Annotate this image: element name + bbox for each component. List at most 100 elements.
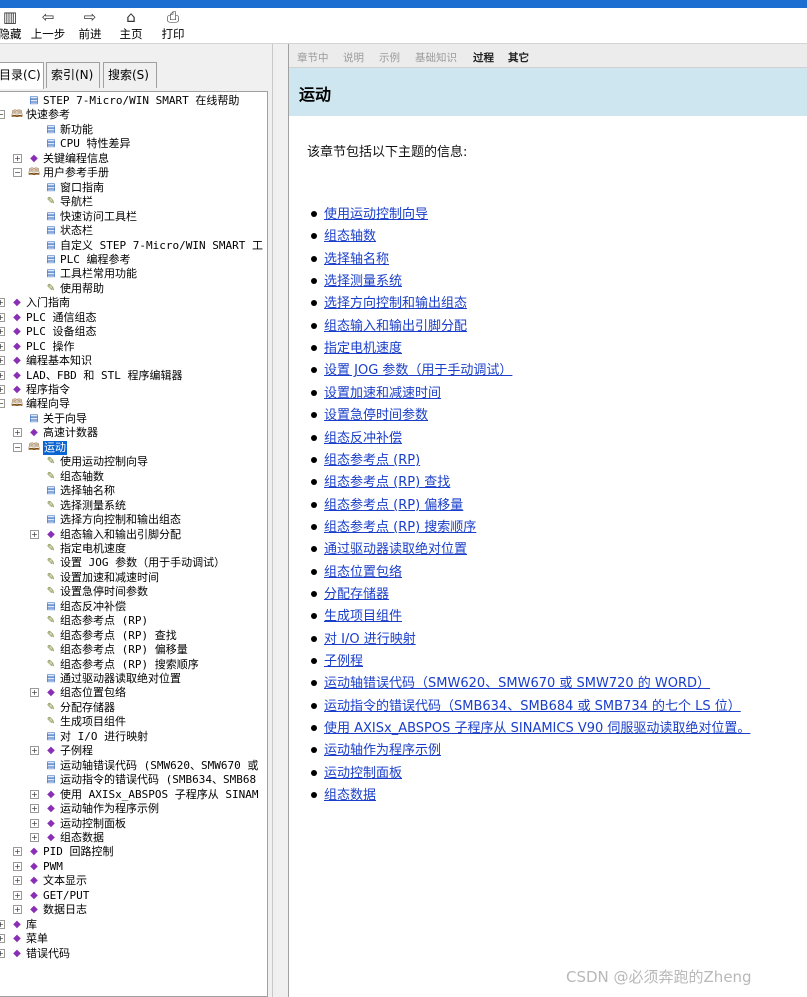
book-closed-icon: ◆: [30, 889, 38, 901]
topic-link[interactable]: 组态输入和输出引脚分配: [324, 319, 467, 335]
tab-contents[interactable]: 目录(C): [0, 62, 44, 89]
forward-label: 前进: [78, 27, 102, 41]
topic-link[interactable]: 设置 JOG 参数（用于手动调试）: [324, 363, 512, 379]
topic-link[interactable]: 对 I/O 进行映射: [324, 632, 416, 648]
topic-link[interactable]: 运动轴错误代码（SMW620、SMW670 或 SMW720 的 WORD）: [324, 676, 710, 692]
bullet-icon: [311, 479, 317, 486]
nav-other[interactable]: 其它: [508, 50, 529, 65]
expand-icon[interactable]: +: [0, 356, 5, 366]
book-open-icon: 🕮: [28, 441, 40, 453]
expand-icon[interactable]: +: [0, 934, 5, 944]
expand-icon[interactable]: +: [30, 746, 39, 756]
back-button[interactable]: ⇦ 上一步: [28, 8, 68, 44]
page-icon: ▤: [46, 123, 56, 135]
expand-icon[interactable]: +: [0, 370, 5, 380]
expand-icon[interactable]: +: [0, 919, 5, 929]
expand-icon[interactable]: +: [0, 312, 5, 322]
topic-link[interactable]: 选择轴名称: [324, 252, 389, 268]
collapse-icon[interactable]: −: [13, 168, 22, 178]
book-closed-icon: ◆: [13, 918, 21, 930]
expand-icon[interactable]: +: [30, 832, 39, 842]
contents-tree-panel: ▤STEP 7-Micro/WIN SMART 在线帮助−🕮快速参考▤新功能▤C…: [0, 91, 268, 997]
nav-basics[interactable]: 基础知识: [415, 50, 457, 65]
tree-item-label: 用户参考手册: [43, 166, 109, 180]
tree-item-label: 指定电机速度: [60, 541, 126, 555]
expand-icon[interactable]: +: [30, 688, 39, 698]
topic-link[interactable]: 组态位置包络: [324, 565, 402, 581]
hide-button[interactable]: ▥ 隐藏: [0, 8, 22, 44]
nav-description[interactable]: 说明: [343, 50, 364, 65]
topic-link[interactable]: 组态参考点 (RP) 偏移量: [324, 498, 463, 514]
expand-icon[interactable]: +: [13, 861, 22, 871]
expand-icon[interactable]: +: [0, 298, 5, 308]
question-page-icon: ✎: [46, 196, 56, 208]
topic-link[interactable]: 设置急停时间参数: [324, 408, 428, 424]
topic-link[interactable]: 运动控制面板: [324, 766, 402, 782]
expand-icon[interactable]: +: [13, 890, 22, 900]
tree-item-label: 对 I/O 进行映射: [60, 729, 149, 743]
expand-icon[interactable]: +: [13, 153, 22, 163]
bullet-icon: [311, 792, 317, 799]
expand-icon[interactable]: +: [30, 804, 39, 814]
book-closed-icon: ◆: [13, 947, 21, 959]
topic-link[interactable]: 组态参考点 (RP) 搜索顺序: [324, 520, 476, 536]
expand-icon[interactable]: +: [0, 948, 5, 958]
topic-link[interactable]: 选择方向控制和输出组态: [324, 296, 467, 312]
tree-item-label: CPU 特性差异: [60, 137, 131, 151]
expand-icon[interactable]: +: [30, 529, 39, 539]
topic-link[interactable]: 运动轴作为程序示例: [324, 743, 441, 759]
tree-item-label: 组态反冲补偿: [60, 599, 126, 613]
tree-item-label: 快速参考: [26, 108, 70, 122]
tree-item-label: STEP 7-Micro/WIN SMART 在线帮助: [43, 94, 240, 107]
book-open-icon: 🕮: [28, 167, 40, 179]
expand-icon[interactable]: +: [13, 905, 22, 915]
topic-link[interactable]: 组态参考点 (RP) 查找: [324, 475, 450, 491]
nav-in-chapter[interactable]: 章节中: [297, 50, 329, 65]
nav-procedure[interactable]: 过程: [473, 50, 494, 65]
collapse-icon[interactable]: −: [0, 399, 5, 409]
question-page-icon: ✎: [46, 716, 56, 728]
tree-item-label: 选择轴名称: [60, 484, 115, 498]
expand-icon[interactable]: +: [13, 428, 22, 438]
tab-index[interactable]: 索引(N): [46, 62, 100, 88]
topic-link[interactable]: 组态反冲补偿: [324, 431, 402, 447]
expand-icon[interactable]: +: [0, 327, 5, 337]
collapse-icon[interactable]: −: [13, 442, 22, 452]
home-button[interactable]: ⌂ 主页: [116, 8, 146, 44]
bullet-icon: [311, 255, 317, 262]
pane-splitter[interactable]: [272, 44, 288, 997]
topic-link[interactable]: 分配存储器: [324, 587, 389, 603]
topic-link[interactable]: 通过驱动器读取绝对位置: [324, 542, 467, 558]
tree-item-label: 运动指令的错误代码 (SMB634、SMB68: [60, 773, 257, 787]
topic-link[interactable]: 子例程: [324, 654, 363, 670]
topic-link[interactable]: 设置加速和减速时间: [324, 386, 441, 402]
expand-icon[interactable]: +: [30, 818, 39, 828]
question-page-icon: ✎: [46, 658, 56, 670]
collapse-icon[interactable]: −: [0, 110, 5, 120]
expand-icon[interactable]: +: [30, 789, 39, 799]
tree-item-label: 状态栏: [60, 224, 93, 238]
question-page-icon: ✎: [46, 701, 56, 713]
page-icon: ▤: [46, 225, 56, 237]
topic-link[interactable]: 选择测量系统: [324, 274, 402, 290]
forward-button[interactable]: ⇨ 前进: [74, 8, 106, 44]
expand-icon[interactable]: +: [13, 876, 22, 886]
topic-link[interactable]: 使用 AXISx_ABSPOS 子程序从 SINAMICS V90 伺服驱动读取…: [324, 721, 750, 737]
book-closed-icon: ◆: [13, 340, 21, 352]
topic-link[interactable]: 使用运动控制向导: [324, 207, 428, 223]
bullet-icon: [311, 389, 317, 396]
tab-search[interactable]: 搜索(S): [103, 62, 157, 88]
expand-icon[interactable]: +: [13, 847, 22, 857]
topic-link[interactable]: 组态轴数: [324, 229, 376, 245]
topic-link[interactable]: 生成项目组件: [324, 609, 402, 625]
topic-link[interactable]: 指定电机速度: [324, 341, 402, 357]
expand-icon[interactable]: +: [0, 341, 5, 351]
topic-link[interactable]: 组态参考点 (RP): [324, 453, 420, 469]
print-button[interactable]: ⎙ 打印: [158, 8, 188, 44]
topic-link[interactable]: 运动指令的错误代码（SMB634、SMB684 或 SMB734 的七个 LS …: [324, 699, 741, 715]
topic-link[interactable]: 组态数据: [324, 788, 376, 804]
book-closed-icon: ◆: [30, 860, 38, 872]
nav-example[interactable]: 示例: [379, 50, 400, 65]
expand-icon[interactable]: +: [0, 385, 5, 394]
bullet-icon: [311, 725, 317, 732]
